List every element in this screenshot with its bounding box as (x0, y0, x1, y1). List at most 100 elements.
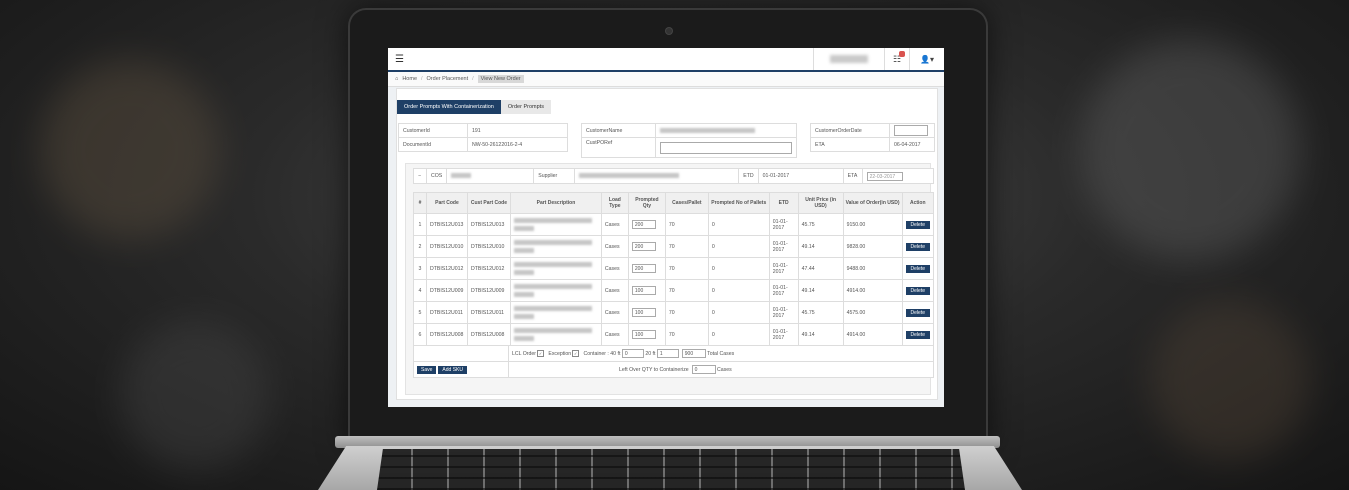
breadcrumb-home[interactable]: Home (402, 76, 417, 82)
customer-id-value: 191 (467, 123, 568, 138)
keyboard (377, 449, 965, 490)
cell-part: DTBIS12U013 (425, 213, 468, 236)
order-section: − COS Supplier ETD 01-01-2017 ETA 22-03-… (405, 163, 935, 395)
collapse-toggle[interactable]: − (413, 168, 427, 184)
cell-n: 6 (413, 323, 427, 346)
app-screen: ☰ ☷ 👤 ▾ ⌂ Home / Order Placement / View N… (388, 48, 944, 407)
total-cases-label: Total Cases (707, 350, 735, 357)
cell-price: 49.14 (797, 323, 844, 346)
leftover-input[interactable]: 0 (691, 365, 716, 374)
container-40-label: Container : 40 ft (583, 350, 621, 357)
part-description (509, 257, 602, 280)
cell-cust: DTBIS12U012 (466, 257, 511, 280)
prompted-qty-input[interactable]: 100 (631, 330, 656, 339)
cell-cust: DTBIS12U008 (466, 323, 511, 346)
cell-etd: 01-01-2017 (768, 279, 799, 302)
cell-part: DTBIS12U008 (425, 323, 468, 346)
cell-value: 4914.00 (842, 279, 903, 302)
etd-label: ETD (738, 168, 759, 184)
breadcrumb: ⌂ Home / Order Placement / View New Orde… (388, 72, 944, 87)
cell-part: DTBIS12U009 (425, 279, 468, 302)
col-header: Part Description (509, 192, 602, 214)
delete-button[interactable]: Delete (905, 264, 930, 273)
total-cases-input[interactable]: 900 (681, 349, 706, 358)
cos-value (446, 168, 535, 184)
cell-cpp: 70 (664, 301, 709, 324)
user-menu-button[interactable]: 👤 ▾ (909, 48, 944, 70)
cell-cpp: 70 (664, 235, 709, 258)
delete-button[interactable]: Delete (905, 308, 930, 317)
cell-etd: 01-01-2017 (768, 301, 799, 324)
hamburger-icon[interactable]: ☰ (395, 54, 404, 65)
cell-load: Cases (600, 279, 629, 302)
cell-part: DTBIS12U011 (425, 301, 468, 324)
container-40-input[interactable]: 0 (621, 349, 644, 358)
prompted-qty-input[interactable]: 100 (631, 286, 656, 295)
action-cell: Delete (901, 279, 935, 302)
table-row: 2 DTBIS12U010 DTBIS12U010 Cases 200 70 0 01-01-… (413, 235, 935, 258)
breadcrumb-current: View New Order (477, 75, 524, 83)
tab-order-prompts[interactable]: Order Prompts (500, 100, 551, 114)
cell-value: 9828.00 (842, 235, 903, 258)
col-header: Load Type (600, 192, 629, 214)
delete-button[interactable]: Delete (905, 286, 930, 295)
cell-etd: 01-01-2017 (768, 235, 799, 258)
cell-price: 49.14 (797, 235, 844, 258)
customer-info-table: CustomerId 191 DocumentId NW-50-26122016-2… (398, 123, 568, 152)
leftover-unit: Cases (717, 366, 732, 373)
delete-button[interactable]: Delete (905, 242, 930, 251)
customer-order-date-label: CustomerOrderDate (810, 123, 890, 138)
action-cell: Delete (901, 213, 935, 236)
etd-value: 01-01-2017 (757, 168, 844, 184)
prompted-qty-cell: 100 (627, 279, 666, 302)
cell-cust: DTBIS12U013 (466, 213, 511, 236)
breadcrumb-order-placement[interactable]: Order Placement (427, 76, 469, 82)
prompted-qty-input[interactable]: 200 (631, 264, 656, 273)
cell-cpp: 70 (664, 213, 709, 236)
action-cell: Delete (901, 257, 935, 280)
save-button[interactable]: Save (417, 365, 437, 374)
cell-price: 49.14 (797, 279, 844, 302)
order-card: Order Prompts With Containerization Orde… (396, 88, 938, 400)
delete-button[interactable]: Delete (905, 330, 930, 339)
col-header: Action (901, 192, 935, 214)
col-header: Unit Price (in USD) (797, 192, 844, 214)
part-description (509, 323, 602, 346)
container-20-input[interactable]: 1 (656, 349, 679, 358)
col-header: Part Code (425, 192, 468, 214)
cell-value: 4914.00 (842, 323, 903, 346)
add-sku-button[interactable]: Add SKU (438, 365, 467, 374)
lcl-checkbox[interactable]: ✓ (537, 350, 545, 357)
exception-checkbox[interactable]: ✓ (572, 350, 580, 357)
col-header: Prompted Qty (627, 192, 666, 214)
customer-order-date-input[interactable] (894, 125, 928, 136)
prompted-qty-input[interactable]: 100 (631, 308, 656, 317)
table-row: 6 DTBIS12U008 DTBIS12U008 Cases 100 70 0 01-01-… (413, 323, 935, 346)
notifications-button[interactable]: ☷ (884, 48, 909, 70)
eta-label-cos: ETA (842, 168, 863, 184)
customer-name-label: CustomerName (581, 123, 656, 138)
document-id-value: NW-50-26122016-2-4 (467, 137, 568, 152)
document-id-label: DocumentId (398, 137, 468, 152)
action-cell: Delete (901, 323, 935, 346)
leftover-label: Left Over QTY to Containerize (619, 366, 689, 373)
col-header: # (413, 192, 427, 214)
webcam (666, 28, 672, 34)
cell-part: DTBIS12U012 (425, 257, 468, 280)
cell-cust: DTBIS12U010 (466, 235, 511, 258)
supplier-label: Supplier (533, 168, 576, 184)
prompted-qty-input[interactable]: 200 (631, 242, 656, 251)
col-header: Value of Order(in USD) (842, 192, 903, 214)
eta-input[interactable]: 22-03-2017 (866, 171, 903, 181)
home-icon: ⌂ (395, 76, 399, 82)
cust-po-ref-input[interactable] (660, 141, 792, 154)
cell-n: 4 (413, 279, 427, 302)
cell-load: Cases (600, 323, 629, 346)
cell-n: 5 (413, 301, 427, 324)
table-row: 4 DTBIS12U009 DTBIS12U009 Cases 100 70 0 01-01-… (413, 279, 935, 302)
prompted-qty-input[interactable]: 200 (631, 220, 656, 229)
tab-containerization[interactable]: Order Prompts With Containerization (397, 100, 501, 114)
prompted-qty-cell: 100 (627, 323, 666, 346)
username-display[interactable] (813, 48, 884, 70)
delete-button[interactable]: Delete (905, 220, 930, 229)
